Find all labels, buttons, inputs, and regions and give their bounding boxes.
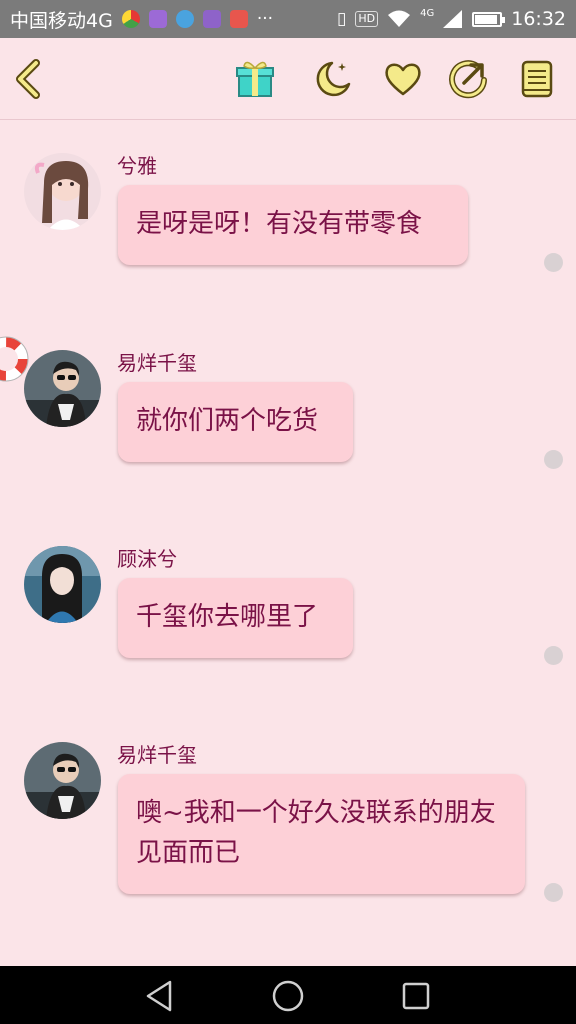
avatar-girl-pink[interactable] [24,153,101,230]
status-bar: 中国移动4G ··· ▯ HD 4G 16:32 [0,0,576,38]
message-bubble[interactable]: 就你们两个吃货 [118,382,353,462]
share-icon [449,60,487,99]
favorite-button[interactable] [380,56,426,102]
sender-name: 兮雅 [117,154,157,178]
sender-name: 易烊千玺 [117,743,197,767]
recents-square-icon[interactable] [398,978,434,1014]
avatar-boy-sunglasses[interactable] [24,350,101,427]
browser-icon [175,10,194,28]
message-bubble[interactable]: 噢~我和一个好久没联系的朋友见面而已 [118,774,525,894]
message-text: 是呀是呀！有没有带零食 [136,209,423,239]
sender-name: 易烊千玺 [117,351,197,375]
avatar-image [24,546,101,623]
read-status-dot [544,253,563,272]
carrier-label: 中国移动4G [10,9,113,32]
home-circle-icon[interactable] [270,978,306,1014]
signal-icon [443,10,463,28]
notebook-button[interactable] [514,56,560,102]
share-button[interactable] [445,56,491,102]
sender-name: 顾沫兮 [117,547,177,571]
toolbar [0,38,576,120]
read-status-dot [544,646,563,665]
weibo-icon [229,10,248,28]
notebook-icon [521,60,553,98]
avatar-girl-blue[interactable] [24,546,101,623]
read-status-dot [544,450,563,469]
chrome-icon [121,10,140,28]
lifebuoy-icon [0,336,29,382]
avatar-boy-sunglasses[interactable] [24,742,101,819]
heart-icon [385,63,421,96]
more-notifications: ··· [256,9,274,29]
battery-fill [475,14,498,24]
status-bar-left: 中国移动4G ··· [10,6,273,33]
avatar-image [24,742,101,819]
vibrate-icon: ▯ [337,9,347,29]
keyboard-icon [202,10,221,28]
message-bubble[interactable]: 是呀是呀！有没有带零食 [118,185,468,265]
moon-icon [316,61,351,97]
navigation-bar [0,966,576,1024]
network-type: 4G [420,8,435,19]
gift-icon [236,61,274,97]
gift-button[interactable] [232,56,278,102]
battery-icon [472,11,506,27]
message-bubble[interactable]: 千玺你去哪里了 [118,578,353,658]
status-bar-right: ▯ HD 4G 16:32 [337,8,566,30]
message-text: 千玺你去哪里了 [136,602,319,632]
back-icon [16,59,40,99]
avatar-image [24,153,101,230]
back-button[interactable] [8,56,54,102]
avatar-image [24,350,101,427]
night-mode-button[interactable] [310,56,356,102]
back-triangle-icon[interactable] [142,978,178,1014]
gallery-icon [148,10,167,28]
hd-badge: HD [355,11,379,27]
read-status-dot [544,883,563,902]
wifi-icon [388,10,411,27]
clock: 16:32 [511,8,566,30]
message-text: 噢~我和一个好久没联系的朋友见面而已 [136,798,496,868]
message-text: 就你们两个吃货 [136,406,319,436]
